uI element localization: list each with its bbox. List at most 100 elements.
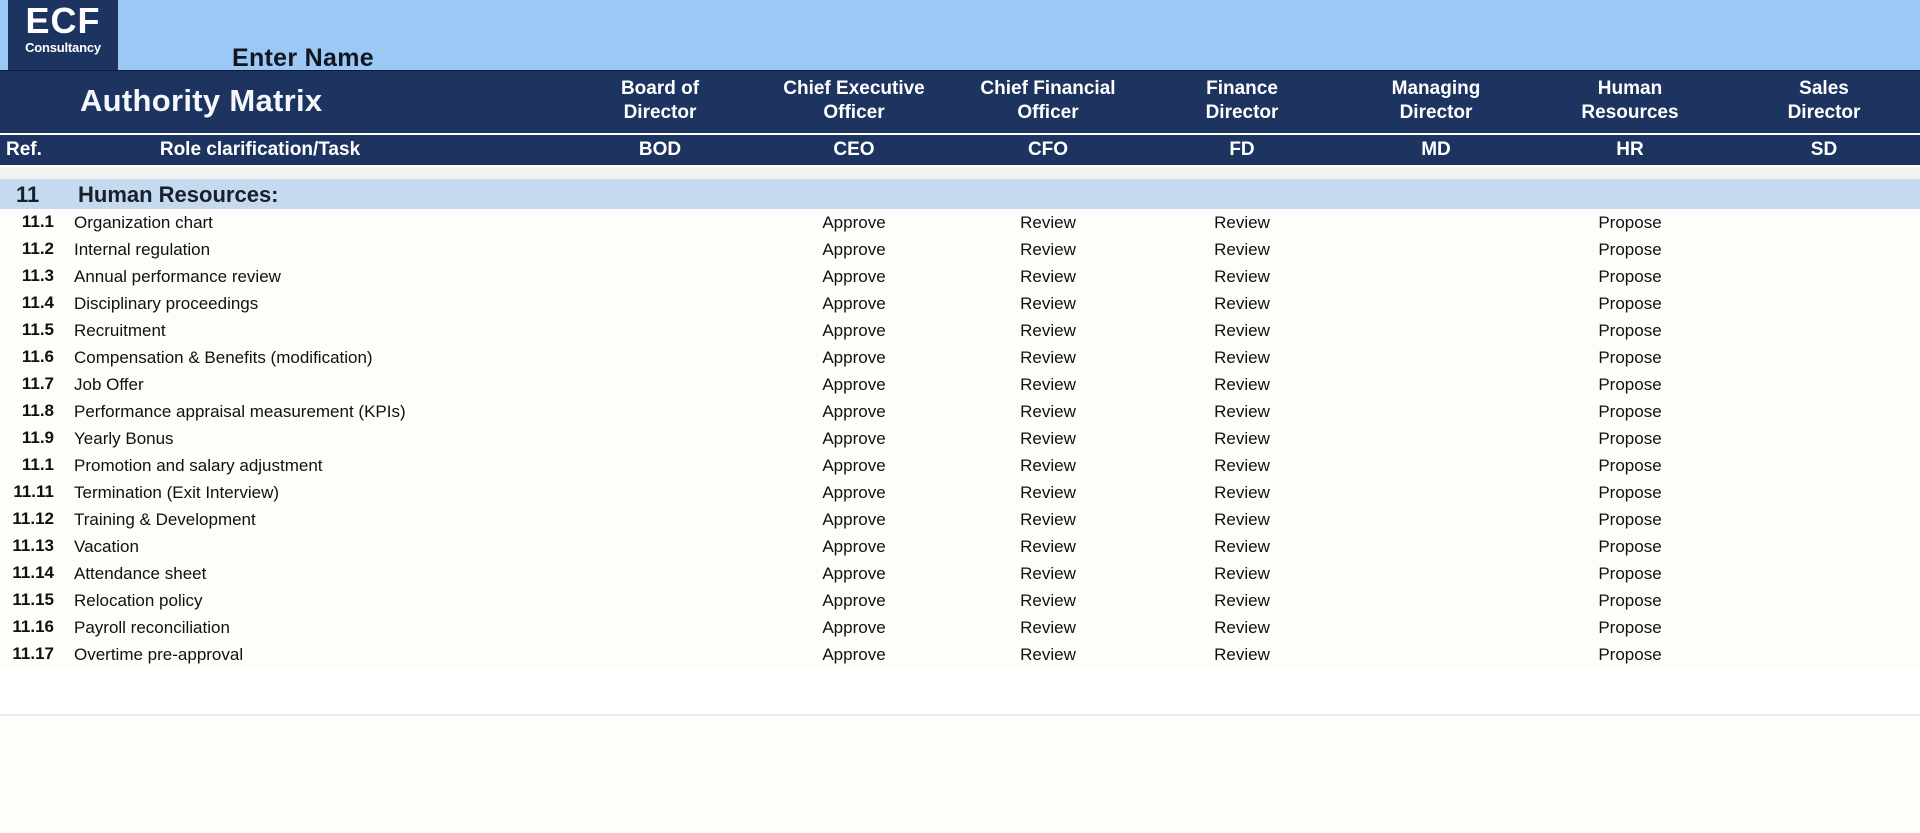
table-row[interactable]: 11.8 Performance appraisal measurement (K… [0, 398, 1920, 425]
column-title-md: Managing Director [1339, 77, 1533, 125]
row-cell-cfo[interactable]: Review [951, 240, 1145, 260]
row-cell-fd[interactable]: Review [1145, 375, 1339, 395]
row-cell-hr[interactable]: Propose [1533, 348, 1727, 368]
table-row[interactable]: 11.5 Recruitment Approve Review Review Propos… [0, 317, 1920, 344]
row-cell-ceo[interactable]: Approve [757, 591, 951, 611]
logo-sub-text: Consultancy [25, 40, 101, 55]
table-row[interactable]: 11.4 Disciplinary proceedings Approve Revie… [0, 290, 1920, 317]
row-task-name: Relocation policy [74, 591, 203, 610]
row-task-name: Internal regulation [74, 240, 211, 259]
table-row[interactable]: 11.14 Attendance sheet Approve Review Review… [0, 560, 1920, 587]
table-row[interactable]: 11.11 Termination (Exit Interview) Approve… [0, 479, 1920, 506]
row-cell-cfo[interactable]: Review [951, 456, 1145, 476]
table-row[interactable]: 11.3 Annual performance review Approve Revi… [0, 263, 1920, 290]
row-cell-ceo[interactable]: Approve [757, 348, 951, 368]
row-cell-ceo[interactable]: Approve [757, 537, 951, 557]
section-number: 11 [16, 182, 40, 207]
row-cell-fd[interactable]: Review [1145, 213, 1339, 233]
column-title-line2: Resources [1581, 102, 1679, 123]
row-cell-hr[interactable]: Propose [1533, 618, 1727, 638]
row-cell-fd[interactable]: Review [1145, 618, 1339, 638]
row-cell-ceo[interactable]: Approve [757, 618, 951, 638]
row-cell-ceo[interactable]: Approve [757, 294, 951, 314]
row-cell-ceo[interactable]: Approve [757, 240, 951, 260]
row-cell-ceo[interactable]: Approve [757, 267, 951, 287]
row-cell-fd[interactable]: Review [1145, 294, 1339, 314]
row-cell-ceo[interactable]: Approve [757, 456, 951, 476]
row-cell-cfo[interactable]: Review [951, 591, 1145, 611]
row-cell-fd[interactable]: Review [1145, 591, 1339, 611]
row-ref: 11.4 [21, 293, 54, 312]
table-row[interactable]: 11.9 Yearly Bonus Approve Review Review Propo… [0, 425, 1920, 452]
row-cell-fd[interactable]: Review [1145, 402, 1339, 422]
row-cell-fd[interactable]: Review [1145, 483, 1339, 503]
row-cell-fd[interactable]: Review [1145, 564, 1339, 584]
row-cell-fd[interactable]: Review [1145, 510, 1339, 530]
row-ref: 11.17 [12, 644, 54, 663]
row-cell-hr[interactable]: Propose [1533, 537, 1727, 557]
row-cell-fd[interactable]: Review [1145, 537, 1339, 557]
table-row[interactable]: 11.15 Relocation policy Approve Review Revie… [0, 587, 1920, 614]
row-cell-hr[interactable]: Propose [1533, 429, 1727, 449]
row-cell-hr[interactable]: Propose [1533, 294, 1727, 314]
row-cell-ceo[interactable]: Approve [757, 429, 951, 449]
row-cell-fd[interactable]: Review [1145, 456, 1339, 476]
row-cell-ceo[interactable]: Approve [757, 321, 951, 341]
authority-matrix-sheet: ECF Consultancy Enter Name Authority Mat… [0, 0, 1920, 833]
row-cell-hr[interactable]: Propose [1533, 375, 1727, 395]
row-cell-cfo[interactable]: Review [951, 321, 1145, 341]
row-cell-ceo[interactable]: Approve [757, 402, 951, 422]
row-cell-hr[interactable]: Propose [1533, 402, 1727, 422]
row-cell-hr[interactable]: Propose [1533, 213, 1727, 233]
row-cell-fd[interactable]: Review [1145, 240, 1339, 260]
row-cell-hr[interactable]: Propose [1533, 591, 1727, 611]
column-title-line2: Director [1787, 102, 1861, 123]
row-cell-hr[interactable]: Propose [1533, 564, 1727, 584]
table-row[interactable]: 11.2 Internal regulation Approve Review Revi… [0, 236, 1920, 263]
row-cell-fd[interactable]: Review [1145, 321, 1339, 341]
row-cell-ceo[interactable]: Approve [757, 375, 951, 395]
table-row[interactable]: 11.12 Training & Development Approve Review… [0, 506, 1920, 533]
row-cell-cfo[interactable]: Review [951, 618, 1145, 638]
table-row[interactable]: 11.13 Vacation Approve Review Review Propose [0, 533, 1920, 560]
row-cell-hr[interactable]: Propose [1533, 645, 1727, 665]
row-cell-ceo[interactable]: Approve [757, 564, 951, 584]
row-cell-hr[interactable]: Propose [1533, 483, 1727, 503]
row-cell-cfo[interactable]: Review [951, 483, 1145, 503]
row-cell-cfo[interactable]: Review [951, 537, 1145, 557]
row-cell-cfo[interactable]: Review [951, 429, 1145, 449]
column-title-cfo: Chief Financial Officer [951, 77, 1145, 125]
row-cell-fd[interactable]: Review [1145, 645, 1339, 665]
row-cell-cfo[interactable]: Review [951, 267, 1145, 287]
row-cell-cfo[interactable]: Review [951, 564, 1145, 584]
table-row[interactable]: 11.6 Compensation & Benefits (modificatio… [0, 344, 1920, 371]
row-cell-cfo[interactable]: Review [951, 213, 1145, 233]
row-cell-ceo[interactable]: Approve [757, 483, 951, 503]
table-row[interactable]: 11.16 Payroll reconciliation Approve Review… [0, 614, 1920, 641]
row-cell-fd[interactable]: Review [1145, 267, 1339, 287]
row-cell-hr[interactable]: Propose [1533, 267, 1727, 287]
row-ref: 11.15 [12, 590, 54, 609]
row-cell-hr[interactable]: Propose [1533, 510, 1727, 530]
row-cell-hr[interactable]: Propose [1533, 456, 1727, 476]
row-cell-hr[interactable]: Propose [1533, 321, 1727, 341]
row-cell-ceo[interactable]: Approve [757, 510, 951, 530]
table-row[interactable]: 11.1 Organization chart Approve Review Revie… [0, 209, 1920, 236]
row-cell-cfo[interactable]: Review [951, 402, 1145, 422]
enter-name-field[interactable]: Enter Name [232, 44, 374, 73]
row-cell-ceo[interactable]: Approve [757, 645, 951, 665]
column-abbr-sd: SD [1810, 139, 1838, 160]
row-cell-hr[interactable]: Propose [1533, 240, 1727, 260]
row-cell-cfo[interactable]: Review [951, 510, 1145, 530]
row-cell-cfo[interactable]: Review [951, 294, 1145, 314]
row-cell-cfo[interactable]: Review [951, 375, 1145, 395]
row-cell-fd[interactable]: Review [1145, 348, 1339, 368]
table-row[interactable]: 11.17 Overtime pre-approval Approve Review R… [0, 641, 1920, 668]
row-cell-ceo[interactable]: Approve [757, 213, 951, 233]
table-row[interactable]: 11.7 Job Offer Approve Review Review Propose [0, 371, 1920, 398]
row-cell-cfo[interactable]: Review [951, 348, 1145, 368]
column-abbr-bod: BOD [638, 139, 682, 160]
row-cell-fd[interactable]: Review [1145, 429, 1339, 449]
row-cell-cfo[interactable]: Review [951, 645, 1145, 665]
table-row[interactable]: 11.1 Promotion and salary adjustment Appro… [0, 452, 1920, 479]
